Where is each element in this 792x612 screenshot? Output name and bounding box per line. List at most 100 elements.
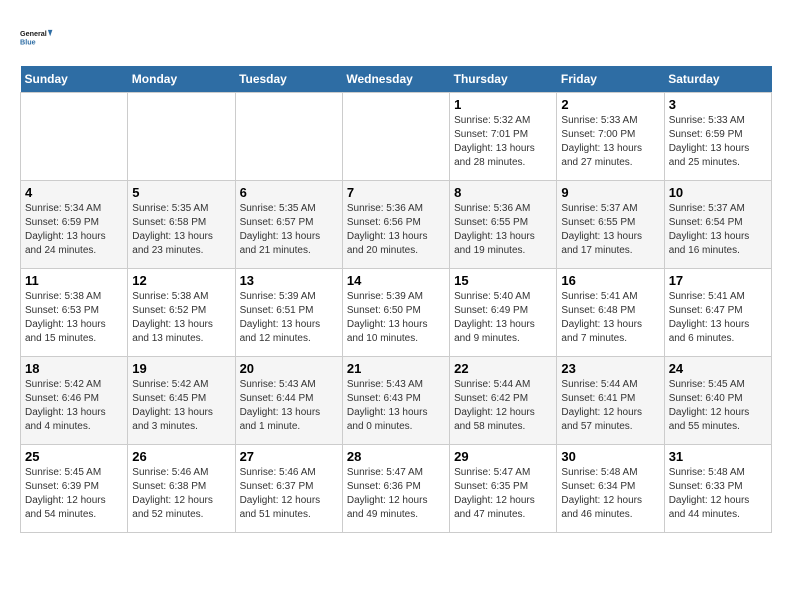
day-number: 15 [454, 273, 552, 288]
calendar-table: SundayMondayTuesdayWednesdayThursdayFrid… [20, 66, 772, 533]
week-row-5: 25 Sunrise: 5:45 AM Sunset: 6:39 PM Dayli… [21, 445, 772, 533]
column-header-sunday: Sunday [21, 66, 128, 93]
day-cell: 1 Sunrise: 5:32 AM Sunset: 7:01 PM Daylig… [450, 93, 557, 181]
day-number: 12 [132, 273, 230, 288]
day-info: Sunrise: 5:42 AM Sunset: 6:45 PM Dayligh… [132, 378, 230, 434]
day-cell: 10 Sunrise: 5:37 AM Sunset: 6:54 PM Dayli… [664, 181, 771, 269]
day-info: Sunrise: 5:36 AM Sunset: 6:56 PM Dayligh… [347, 202, 445, 258]
day-info: Sunrise: 5:47 AM Sunset: 6:36 PM Dayligh… [347, 466, 445, 522]
day-number: 8 [454, 185, 552, 200]
day-cell: 2Sunrise: 5:33 AM Sunset: 7:00 PM Daylig… [557, 93, 664, 181]
day-number: 9 [561, 185, 659, 200]
week-row-3: 11 Sunrise: 5:38 AM Sunset: 6:53 PM Dayli… [21, 269, 772, 357]
day-number: 28 [347, 449, 445, 464]
day-number: 3 [669, 97, 767, 112]
day-info: Sunrise: 5:40 AM Sunset: 6:49 PM Dayligh… [454, 290, 552, 346]
day-info: Sunrise: 5:43 AM Sunset: 6:43 PM Dayligh… [347, 378, 445, 434]
day-info: Sunrise: 5:45 AM Sunset: 6:39 PM Dayligh… [25, 466, 123, 522]
day-info: Sunrise: 5:38 AM Sunset: 6:53 PM Dayligh… [25, 290, 123, 346]
day-info: Sunrise: 5:35 AM Sunset: 6:58 PM Dayligh… [132, 202, 230, 258]
day-number: 22 [454, 361, 552, 376]
day-cell: 14Sunrise: 5:39 AM Sunset: 6:50 PM Dayli… [342, 269, 449, 357]
day-cell: 5 Sunrise: 5:35 AM Sunset: 6:58 PM Daylig… [128, 181, 235, 269]
day-info: Sunrise: 5:37 AM Sunset: 6:54 PM Dayligh… [669, 202, 767, 258]
day-info: Sunrise: 5:33 AM Sunset: 6:59 PM Dayligh… [669, 114, 767, 170]
day-number: 25 [25, 449, 123, 464]
week-row-1: 1 Sunrise: 5:32 AM Sunset: 7:01 PM Daylig… [21, 93, 772, 181]
day-number: 19 [132, 361, 230, 376]
day-info: Sunrise: 5:41 AM Sunset: 6:48 PM Dayligh… [561, 290, 659, 346]
day-cell: 11 Sunrise: 5:38 AM Sunset: 6:53 PM Dayli… [21, 269, 128, 357]
day-cell: 30 Sunrise: 5:48 AM Sunset: 6:34 PM Dayli… [557, 445, 664, 533]
day-cell: 29 Sunrise: 5:47 AM Sunset: 6:35 PM Dayli… [450, 445, 557, 533]
week-row-4: 18Sunrise: 5:42 AM Sunset: 6:46 PM Dayli… [21, 357, 772, 445]
column-header-tuesday: Tuesday [235, 66, 342, 93]
day-info: Sunrise: 5:32 AM Sunset: 7:01 PM Dayligh… [454, 114, 552, 170]
day-info: Sunrise: 5:47 AM Sunset: 6:35 PM Dayligh… [454, 466, 552, 522]
day-info: Sunrise: 5:38 AM Sunset: 6:52 PM Dayligh… [132, 290, 230, 346]
column-header-saturday: Saturday [664, 66, 771, 93]
day-cell: 24 Sunrise: 5:45 AM Sunset: 6:40 PM Dayli… [664, 357, 771, 445]
week-row-2: 4Sunrise: 5:34 AM Sunset: 6:59 PM Daylig… [21, 181, 772, 269]
day-cell: 23 Sunrise: 5:44 AM Sunset: 6:41 PM Dayli… [557, 357, 664, 445]
day-number: 30 [561, 449, 659, 464]
logo: GeneralBlue [20, 20, 56, 56]
day-info: Sunrise: 5:44 AM Sunset: 6:41 PM Dayligh… [561, 378, 659, 434]
header-row: SundayMondayTuesdayWednesdayThursdayFrid… [21, 66, 772, 93]
day-cell: 26 Sunrise: 5:46 AM Sunset: 6:38 PM Dayli… [128, 445, 235, 533]
page-header: GeneralBlue [20, 20, 772, 56]
day-info: Sunrise: 5:39 AM Sunset: 6:50 PM Dayligh… [347, 290, 445, 346]
day-number: 11 [25, 273, 123, 288]
day-info: Sunrise: 5:34 AM Sunset: 6:59 PM Dayligh… [25, 202, 123, 258]
day-cell [21, 93, 128, 181]
day-cell: 4Sunrise: 5:34 AM Sunset: 6:59 PM Daylig… [21, 181, 128, 269]
logo-icon: GeneralBlue [20, 20, 56, 56]
day-cell: 21Sunrise: 5:43 AM Sunset: 6:43 PM Dayli… [342, 357, 449, 445]
day-number: 10 [669, 185, 767, 200]
day-number: 24 [669, 361, 767, 376]
column-header-thursday: Thursday [450, 66, 557, 93]
day-cell: 15 Sunrise: 5:40 AM Sunset: 6:49 PM Dayli… [450, 269, 557, 357]
day-cell: 17 Sunrise: 5:41 AM Sunset: 6:47 PM Dayli… [664, 269, 771, 357]
svg-text:Blue: Blue [20, 37, 36, 46]
day-cell: 9 Sunrise: 5:37 AM Sunset: 6:55 PM Daylig… [557, 181, 664, 269]
day-info: Sunrise: 5:35 AM Sunset: 6:57 PM Dayligh… [240, 202, 338, 258]
day-info: Sunrise: 5:36 AM Sunset: 6:55 PM Dayligh… [454, 202, 552, 258]
day-info: Sunrise: 5:48 AM Sunset: 6:33 PM Dayligh… [669, 466, 767, 522]
day-number: 20 [240, 361, 338, 376]
day-cell: 28 Sunrise: 5:47 AM Sunset: 6:36 PM Dayli… [342, 445, 449, 533]
day-cell: 22Sunrise: 5:44 AM Sunset: 6:42 PM Dayli… [450, 357, 557, 445]
day-cell: 20Sunrise: 5:43 AM Sunset: 6:44 PM Dayli… [235, 357, 342, 445]
day-cell: 8 Sunrise: 5:36 AM Sunset: 6:55 PM Daylig… [450, 181, 557, 269]
svg-text:General: General [20, 29, 47, 38]
day-cell: 16Sunrise: 5:41 AM Sunset: 6:48 PM Dayli… [557, 269, 664, 357]
day-cell [235, 93, 342, 181]
day-cell: 7Sunrise: 5:36 AM Sunset: 6:56 PM Daylig… [342, 181, 449, 269]
day-info: Sunrise: 5:41 AM Sunset: 6:47 PM Dayligh… [669, 290, 767, 346]
day-cell [128, 93, 235, 181]
day-info: Sunrise: 5:39 AM Sunset: 6:51 PM Dayligh… [240, 290, 338, 346]
day-number: 31 [669, 449, 767, 464]
day-info: Sunrise: 5:33 AM Sunset: 7:00 PM Dayligh… [561, 114, 659, 170]
day-number: 26 [132, 449, 230, 464]
day-cell: 25 Sunrise: 5:45 AM Sunset: 6:39 PM Dayli… [21, 445, 128, 533]
column-header-wednesday: Wednesday [342, 66, 449, 93]
day-number: 13 [240, 273, 338, 288]
day-number: 17 [669, 273, 767, 288]
day-info: Sunrise: 5:48 AM Sunset: 6:34 PM Dayligh… [561, 466, 659, 522]
day-number: 29 [454, 449, 552, 464]
day-info: Sunrise: 5:42 AM Sunset: 6:46 PM Dayligh… [25, 378, 123, 434]
day-info: Sunrise: 5:45 AM Sunset: 6:40 PM Dayligh… [669, 378, 767, 434]
day-number: 5 [132, 185, 230, 200]
day-number: 27 [240, 449, 338, 464]
day-info: Sunrise: 5:46 AM Sunset: 6:38 PM Dayligh… [132, 466, 230, 522]
day-cell: 13 Sunrise: 5:39 AM Sunset: 6:51 PM Dayli… [235, 269, 342, 357]
day-cell: 19 Sunrise: 5:42 AM Sunset: 6:45 PM Dayli… [128, 357, 235, 445]
day-info: Sunrise: 5:37 AM Sunset: 6:55 PM Dayligh… [561, 202, 659, 258]
day-cell: 6 Sunrise: 5:35 AM Sunset: 6:57 PM Daylig… [235, 181, 342, 269]
day-cell [342, 93, 449, 181]
day-number: 23 [561, 361, 659, 376]
day-number: 1 [454, 97, 552, 112]
day-info: Sunrise: 5:46 AM Sunset: 6:37 PM Dayligh… [240, 466, 338, 522]
day-number: 6 [240, 185, 338, 200]
